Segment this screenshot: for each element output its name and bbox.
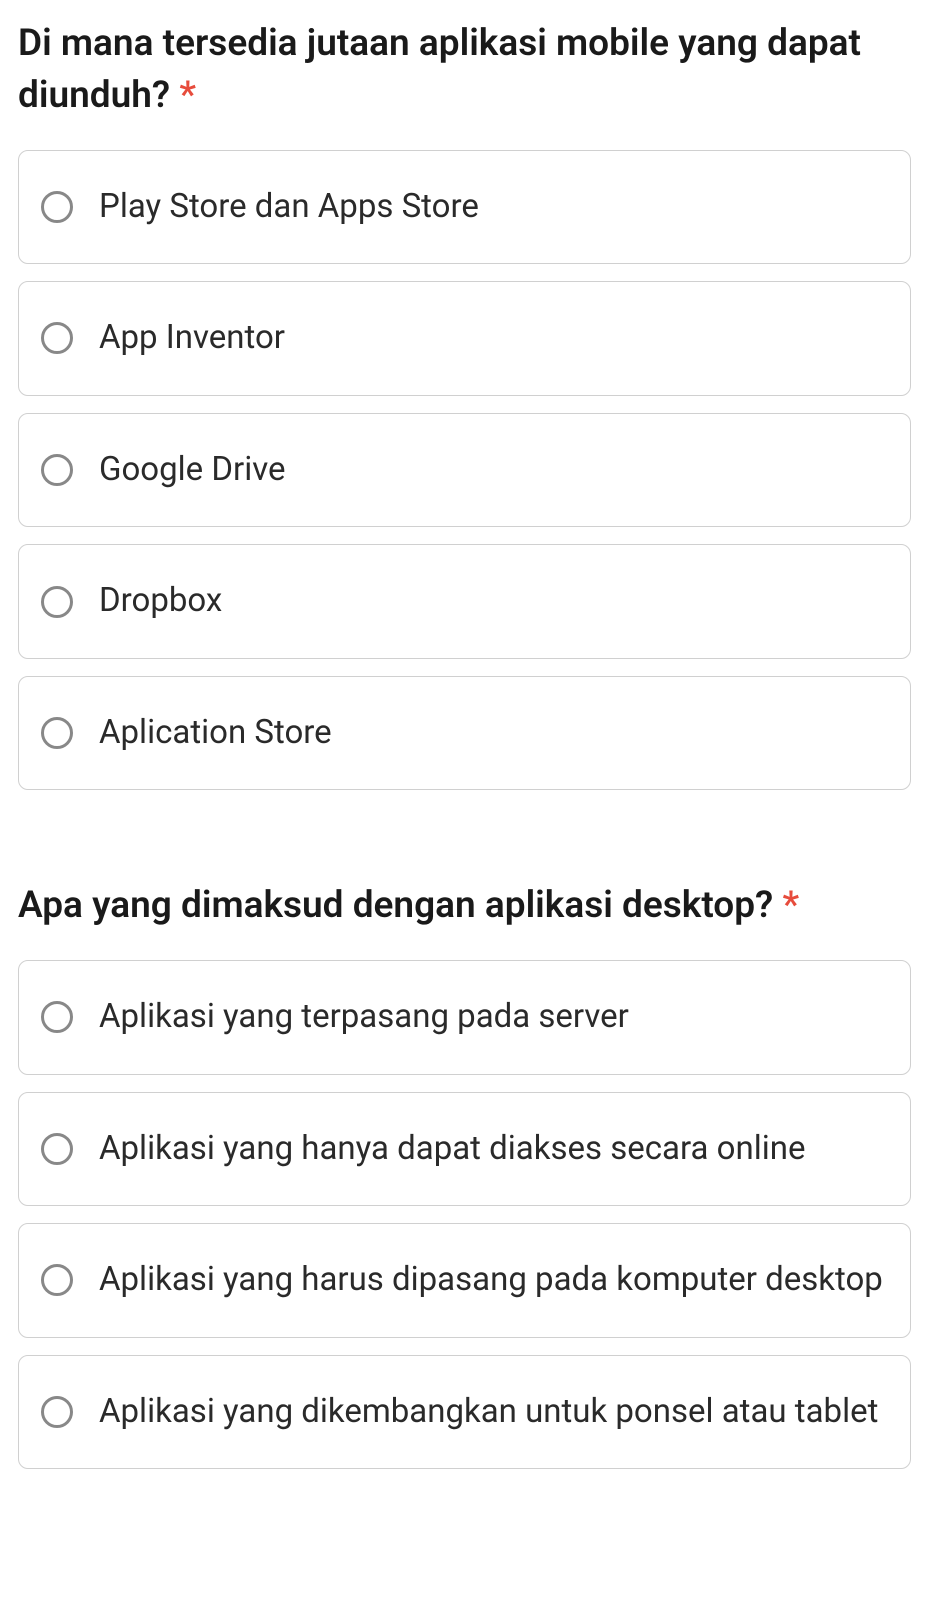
required-mark: * [782,884,799,927]
option-q2-2[interactable]: Aplikasi yang harus dipasang pada komput… [18,1223,911,1338]
option-label: Aplikasi yang harus dipasang pada komput… [99,1258,883,1303]
option-label: Aplikasi yang dikembangkan untuk ponsel … [99,1390,878,1435]
option-q2-0[interactable]: Aplikasi yang terpasang pada server [18,960,911,1075]
option-label: Aplication Store [99,711,332,756]
question-text: Apa yang dimaksud dengan aplikasi deskto… [18,880,911,932]
question-label: Di mana tersedia jutaan aplikasi mobile … [18,22,861,117]
option-label: Dropbox [99,579,222,624]
option-q1-3[interactable]: Dropbox [18,544,911,659]
radio-icon [41,1001,73,1033]
options-group-2: Aplikasi yang terpasang pada server Apli… [18,960,911,1469]
radio-icon [41,1264,73,1296]
option-q1-2[interactable]: Google Drive [18,413,911,528]
option-label: App Inventor [99,316,285,361]
options-group-1: Play Store dan Apps Store App Inventor G… [18,150,911,791]
option-q1-0[interactable]: Play Store dan Apps Store [18,150,911,265]
option-q2-3[interactable]: Aplikasi yang dikembangkan untuk ponsel … [18,1355,911,1470]
question-block-1: Di mana tersedia jutaan aplikasi mobile … [18,18,911,790]
option-label: Aplikasi yang hanya dapat diakses secara… [99,1127,805,1172]
radio-icon [41,717,73,749]
option-label: Google Drive [99,448,286,493]
option-q1-4[interactable]: Aplication Store [18,676,911,791]
radio-icon [41,191,73,223]
option-q1-1[interactable]: App Inventor [18,281,911,396]
radio-icon [41,586,73,618]
option-q2-1[interactable]: Aplikasi yang hanya dapat diakses secara… [18,1092,911,1207]
radio-icon [41,1133,73,1165]
required-mark: * [179,74,196,117]
radio-icon [41,1396,73,1428]
radio-icon [41,322,73,354]
question-text: Di mana tersedia jutaan aplikasi mobile … [18,18,911,122]
radio-icon [41,454,73,486]
question-block-2: Apa yang dimaksud dengan aplikasi deskto… [18,880,911,1469]
question-label: Apa yang dimaksud dengan aplikasi deskto… [18,884,773,927]
option-label: Aplikasi yang terpasang pada server [99,995,629,1040]
option-label: Play Store dan Apps Store [99,185,479,230]
